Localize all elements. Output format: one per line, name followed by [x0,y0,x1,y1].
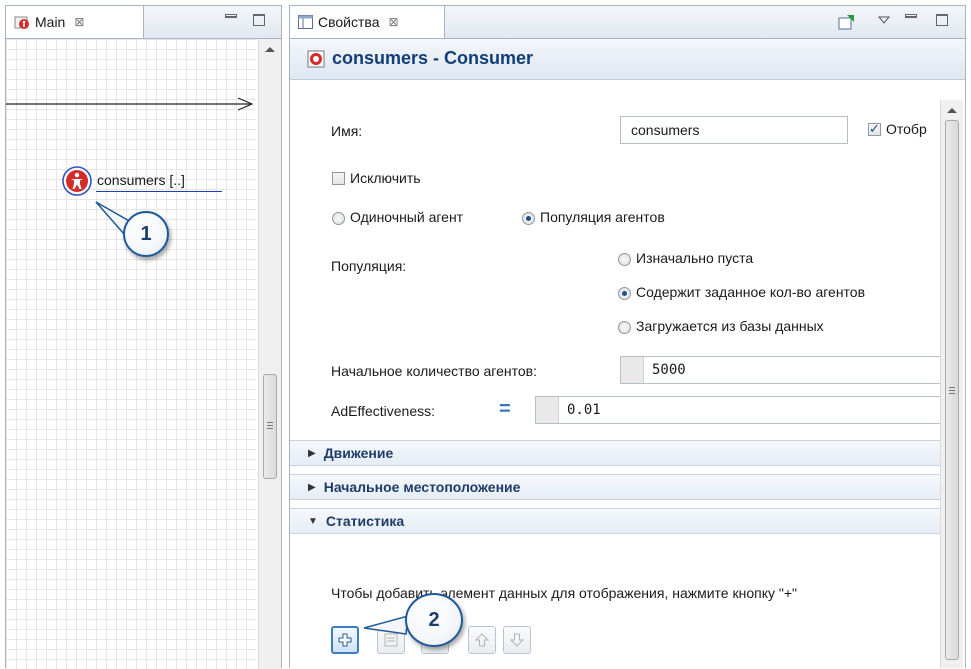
agent-population-icon[interactable] [61,165,93,197]
diagram-canvas[interactable]: consumers [..] 1 [6,39,256,669]
tab-main-label: Main [35,14,66,30]
statistics-hint: Чтобы добавить элемент данных для отобра… [331,585,797,601]
tab-main[interactable]: Main ⊠ [6,6,144,38]
arrow-up-icon [475,633,489,647]
arrow-down-icon [510,633,524,647]
name-label: Имя: [331,123,363,139]
section-label: Движение [323,445,394,461]
population-radio[interactable] [522,212,535,225]
close-icon[interactable]: ⊠ [388,15,398,29]
exclude-checkbox[interactable] [332,172,345,185]
view-menu-icon[interactable] [878,15,890,25]
section-movement[interactable]: ▶ Движение [290,440,940,466]
pop-option-radio-empty[interactable] [618,253,631,266]
maximize-icon[interactable] [936,14,948,26]
properties-header: consumers - Consumer [290,39,965,80]
scrollbar-thumb[interactable] [263,374,277,479]
single-agent-label: Одиночный агент [350,209,464,225]
main-editor-panel: Main ⊠ consumers [..] 1 [5,5,282,669]
section-label: Статистика [325,513,405,529]
agent-label-underline [96,191,222,192]
plus-icon [338,633,352,647]
properties-icon [298,15,313,29]
maximize-icon[interactable] [253,14,265,26]
connector-arrow[interactable] [6,39,256,669]
pop-option-radio-database[interactable] [618,321,631,334]
agent-population-icon [307,50,325,68]
properties-vertical-scrollbar[interactable] [940,100,963,668]
scroll-up-icon[interactable] [947,108,957,113]
exclude-label: Исключить [350,170,421,186]
minimize-icon[interactable] [225,14,237,18]
agent-class-icon [14,16,29,29]
callout-1: 1 [123,211,169,257]
properties-tabbar: Свойства ⊠ [290,6,965,39]
population-label: Популяция агентов [540,209,665,225]
param-value-input[interactable]: 0.01 [535,396,946,424]
properties-title: consumers - Consumer [332,48,534,68]
expand-icon: ▶ [308,447,316,459]
tab-properties[interactable]: Свойства ⊠ [290,6,445,38]
properties-panel: Свойства ⊠ consumers - Consumer Имя: con… [289,5,966,668]
section-initial-location[interactable]: ▶ Начальное местоположение [290,474,940,500]
initial-count-value: 5000 [652,362,686,378]
single-agent-radio[interactable] [332,212,345,225]
section-label: Начальное местоположение [323,479,521,495]
pop-option-radio-fixed[interactable] [618,287,631,300]
equals-icon: = [499,398,511,420]
name-input[interactable]: consumers [620,116,848,144]
show-name-label: Отобр [886,121,927,137]
section-statistics[interactable]: ▼ Статистика [290,508,940,534]
param-value: 0.01 [567,402,601,418]
add-button[interactable] [331,626,359,654]
pop-option-label: Содержит заданное кол-во агентов [636,284,866,300]
expand-icon: ▶ [308,481,316,493]
scrollbar-thumb[interactable] [945,120,959,660]
collapse-icon: ▼ [308,515,318,527]
population-field-label: Популяция: [331,258,407,274]
move-up-button[interactable] [468,626,496,654]
pop-option-label: Загружается из базы данных [636,318,824,334]
pin-view-icon[interactable] [838,14,856,30]
callout-2: 2 [405,593,463,647]
main-tabbar: Main ⊠ [6,6,281,39]
scroll-up-icon[interactable] [265,47,275,52]
tab-properties-label: Свойства [318,14,380,30]
left-vertical-scrollbar[interactable] [258,39,281,669]
move-down-button[interactable] [503,626,531,654]
close-icon[interactable]: ⊠ [74,15,84,29]
agent-label[interactable]: consumers [..] [97,172,185,188]
initial-count-input[interactable]: 5000 [620,356,946,384]
show-name-checkbox[interactable] [868,121,881,137]
minimize-icon[interactable] [905,14,917,18]
pop-option-label: Изначально пуста [636,250,754,266]
param-label: AdEffectiveness: [331,403,436,419]
initial-count-label: Начальное количество агентов: [331,363,537,379]
